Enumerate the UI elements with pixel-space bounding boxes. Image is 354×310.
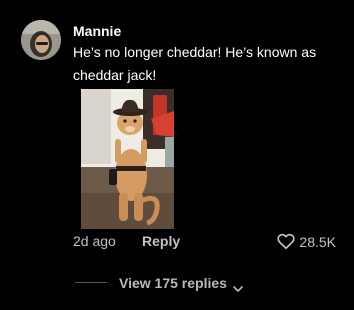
cat-photo — [81, 89, 174, 229]
replies-divider — [75, 282, 107, 283]
view-replies-label: View 175 replies — [119, 275, 227, 291]
chevron-down-icon — [233, 280, 243, 292]
comment-timestamp: 2d ago — [73, 233, 116, 249]
avatar-image — [21, 20, 61, 60]
comment-text: He’s no longer cheddar! He’s known as ch… — [73, 44, 317, 83]
reply-button[interactable]: Reply — [142, 233, 180, 249]
comment-username[interactable]: Mannie — [73, 22, 121, 40]
comment-image[interactable] — [81, 89, 174, 229]
like-button[interactable]: 28.5K — [277, 233, 336, 250]
view-replies-button[interactable]: View 175 replies — [119, 275, 243, 292]
like-count: 28.5K — [299, 233, 336, 250]
avatar[interactable] — [21, 20, 61, 60]
heart-outline-icon[interactable] — [277, 233, 296, 250]
